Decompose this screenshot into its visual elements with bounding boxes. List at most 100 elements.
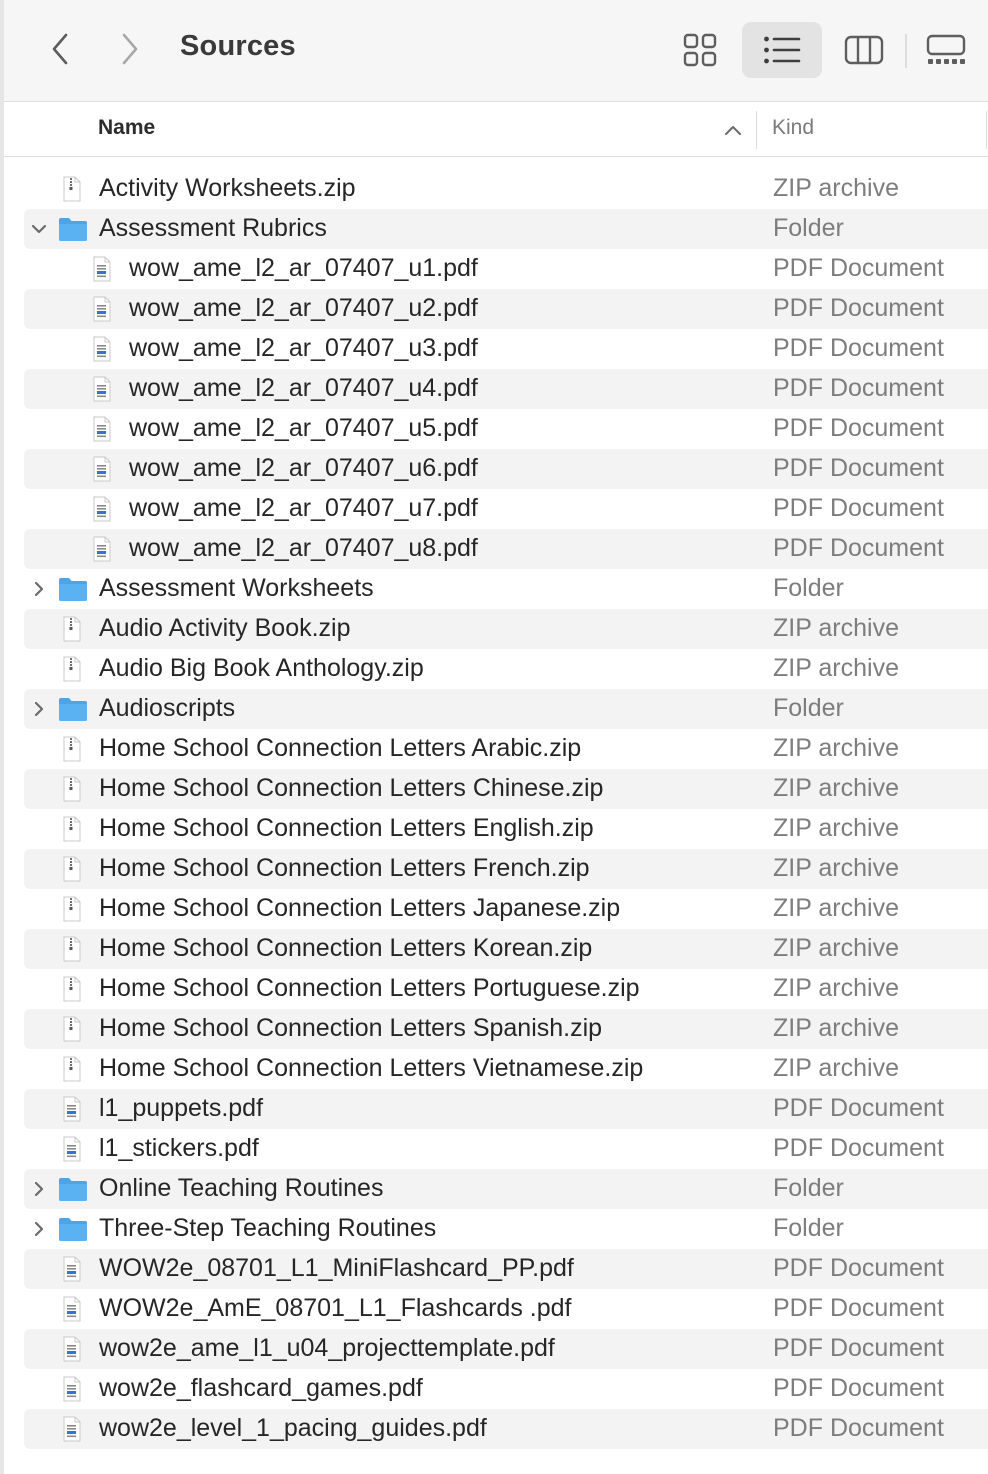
- file-name[interactable]: wow_ame_l2_ar_07407_u6.pdf: [129, 454, 478, 483]
- file-name[interactable]: wow2e_level_1_pacing_guides.pdf: [99, 1414, 487, 1443]
- toolbar: Sources: [0, 0, 988, 102]
- disclosure-expanded-icon[interactable]: [28, 218, 50, 240]
- file-name[interactable]: wow_ame_l2_ar_07407_u7.pdf: [129, 494, 478, 523]
- file-name[interactable]: wow2e_flashcard_games.pdf: [99, 1374, 423, 1403]
- file-name[interactable]: WOW2e_08701_L1_MiniFlashcard_PP.pdf: [99, 1254, 574, 1283]
- forward-button[interactable]: [110, 28, 150, 70]
- file-name[interactable]: wow_ame_l2_ar_07407_u5.pdf: [129, 414, 478, 443]
- file-kind: PDF Document: [773, 1294, 944, 1322]
- file-kind: PDF Document: [773, 534, 944, 562]
- file-kind: Folder: [773, 694, 844, 722]
- file-name[interactable]: wow_ame_l2_ar_07407_u3.pdf: [129, 334, 478, 363]
- disclosure-collapsed-icon[interactable]: [28, 578, 50, 600]
- file-row[interactable]: Home School Connection Letters Japanese.…: [24, 889, 988, 929]
- folder-icon: [58, 1216, 88, 1242]
- file-name[interactable]: wow_ame_l2_ar_07407_u8.pdf: [129, 534, 478, 563]
- folder-row[interactable]: Assessment Rubrics Folder: [24, 209, 988, 249]
- file-row[interactable]: Home School Connection Letters English.z…: [24, 809, 988, 849]
- chevron-right-icon: [122, 33, 138, 65]
- file-row[interactable]: Home School Connection Letters Vietnames…: [24, 1049, 988, 1089]
- file-row[interactable]: Home School Connection Letters Spanish.z…: [24, 1009, 988, 1049]
- icon-view-button[interactable]: [676, 22, 724, 78]
- file-row[interactable]: wow_ame_l2_ar_07407_u7.pdf PDF Document: [24, 489, 988, 529]
- folder-icon: [58, 576, 88, 602]
- file-row[interactable]: Home School Connection Letters Chinese.z…: [24, 769, 988, 809]
- file-kind: PDF Document: [773, 294, 944, 322]
- file-name[interactable]: Home School Connection Letters Portugues…: [99, 974, 640, 1003]
- file-name[interactable]: Home School Connection Letters English.z…: [99, 814, 594, 843]
- folder-row[interactable]: Audioscripts Folder: [24, 689, 988, 729]
- file-row[interactable]: wow2e_ame_l1_u04_projecttemplate.pdf PDF …: [24, 1329, 988, 1369]
- zip-file-icon: [61, 176, 83, 202]
- file-row[interactable]: wow_ame_l2_ar_07407_u5.pdf PDF Document: [24, 409, 988, 449]
- file-name[interactable]: Audio Activity Book.zip: [99, 614, 351, 643]
- file-name[interactable]: Assessment Worksheets: [99, 574, 374, 603]
- file-row[interactable]: Home School Connection Letters Arabic.zi…: [24, 729, 988, 769]
- file-name[interactable]: Home School Connection Letters French.zi…: [99, 854, 590, 883]
- file-kind: Folder: [773, 1174, 844, 1202]
- disclosure-collapsed-icon[interactable]: [28, 698, 50, 720]
- file-name[interactable]: wow_ame_l2_ar_07407_u4.pdf: [129, 374, 478, 403]
- folder-row[interactable]: Three-Step Teaching Routines Folder: [24, 1209, 988, 1249]
- file-kind: PDF Document: [773, 494, 944, 522]
- file-row[interactable]: Home School Connection Letters French.zi…: [24, 849, 988, 889]
- column-divider[interactable]: [986, 111, 987, 149]
- folder-icon: [58, 216, 88, 242]
- file-row[interactable]: Home School Connection Letters Portugues…: [24, 969, 988, 1009]
- file-name[interactable]: WOW2e_AmE_08701_L1_Flashcards .pdf: [99, 1294, 571, 1323]
- file-row[interactable]: wow_ame_l2_ar_07407_u1.pdf PDF Document: [24, 249, 988, 289]
- file-name[interactable]: Online Teaching Routines: [99, 1174, 383, 1203]
- file-row[interactable]: Audio Big Book Anthology.zip ZIP archive: [24, 649, 988, 689]
- file-name[interactable]: Assessment Rubrics: [99, 214, 327, 243]
- sort-ascending-icon[interactable]: [722, 119, 744, 141]
- file-row[interactable]: wow_ame_l2_ar_07407_u6.pdf PDF Document: [24, 449, 988, 489]
- file-row[interactable]: wow_ame_l2_ar_07407_u8.pdf PDF Document: [24, 529, 988, 569]
- disclosure-collapsed-icon[interactable]: [28, 1218, 50, 1240]
- file-row[interactable]: WOW2e_08701_L1_MiniFlashcard_PP.pdf PDF D…: [24, 1249, 988, 1289]
- file-name[interactable]: Three-Step Teaching Routines: [99, 1214, 436, 1243]
- column-view-button[interactable]: [838, 22, 890, 78]
- pdf-file-icon: [91, 496, 113, 522]
- file-kind: PDF Document: [773, 1374, 944, 1402]
- folder-row[interactable]: Online Teaching Routines Folder: [24, 1169, 988, 1209]
- file-name[interactable]: Home School Connection Letters Japanese.…: [99, 894, 620, 923]
- file-name[interactable]: Home School Connection Letters Korean.zi…: [99, 934, 592, 963]
- file-name[interactable]: Activity Worksheets.zip: [99, 174, 356, 203]
- file-name[interactable]: Audioscripts: [99, 694, 235, 723]
- file-row[interactable]: wow_ame_l2_ar_07407_u2.pdf PDF Document: [24, 289, 988, 329]
- file-row[interactable]: wow_ame_l2_ar_07407_u4.pdf PDF Document: [24, 369, 988, 409]
- disclosure-collapsed-icon[interactable]: [28, 1178, 50, 1200]
- file-row[interactable]: Home School Connection Letters Korean.zi…: [24, 929, 988, 969]
- column-header-kind[interactable]: Kind: [772, 116, 814, 140]
- column-divider[interactable]: [756, 111, 757, 149]
- file-name[interactable]: Home School Connection Letters Chinese.z…: [99, 774, 603, 803]
- file-name[interactable]: Audio Big Book Anthology.zip: [99, 654, 424, 683]
- column-header-name[interactable]: Name: [98, 116, 155, 140]
- file-row[interactable]: Activity Worksheets.zip ZIP archive: [24, 169, 988, 209]
- pdf-file-icon: [91, 336, 113, 362]
- file-name[interactable]: wow_ame_l2_ar_07407_u2.pdf: [129, 294, 478, 323]
- file-row[interactable]: wow2e_level_1_pacing_guides.pdf PDF Docum…: [24, 1409, 988, 1449]
- file-row[interactable]: l1_stickers.pdf PDF Document: [24, 1129, 988, 1169]
- gallery-view-button[interactable]: [920, 22, 972, 78]
- file-name[interactable]: l1_puppets.pdf: [99, 1094, 263, 1123]
- file-kind: ZIP archive: [773, 734, 899, 762]
- file-row[interactable]: l1_puppets.pdf PDF Document: [24, 1089, 988, 1129]
- list-view-button[interactable]: [742, 22, 822, 78]
- pdf-file-icon: [91, 376, 113, 402]
- file-kind: ZIP archive: [773, 854, 899, 882]
- file-name[interactable]: Home School Connection Letters Spanish.z…: [99, 1014, 602, 1043]
- file-kind: PDF Document: [773, 254, 944, 282]
- folder-row[interactable]: Assessment Worksheets Folder: [24, 569, 988, 609]
- back-button[interactable]: [40, 28, 80, 70]
- file-name[interactable]: l1_stickers.pdf: [99, 1134, 259, 1163]
- file-row[interactable]: wow2e_flashcard_games.pdf PDF Document: [24, 1369, 988, 1409]
- file-name[interactable]: wow_ame_l2_ar_07407_u1.pdf: [129, 254, 478, 283]
- file-name[interactable]: wow2e_ame_l1_u04_projecttemplate.pdf: [99, 1334, 555, 1363]
- file-name[interactable]: Home School Connection Letters Arabic.zi…: [99, 734, 581, 763]
- gallery-icon: [926, 34, 966, 64]
- file-row[interactable]: WOW2e_AmE_08701_L1_Flashcards .pdf PDF Do…: [24, 1289, 988, 1329]
- file-name[interactable]: Home School Connection Letters Vietnames…: [99, 1054, 643, 1083]
- file-row[interactable]: wow_ame_l2_ar_07407_u3.pdf PDF Document: [24, 329, 988, 369]
- file-row[interactable]: Audio Activity Book.zip ZIP archive: [24, 609, 988, 649]
